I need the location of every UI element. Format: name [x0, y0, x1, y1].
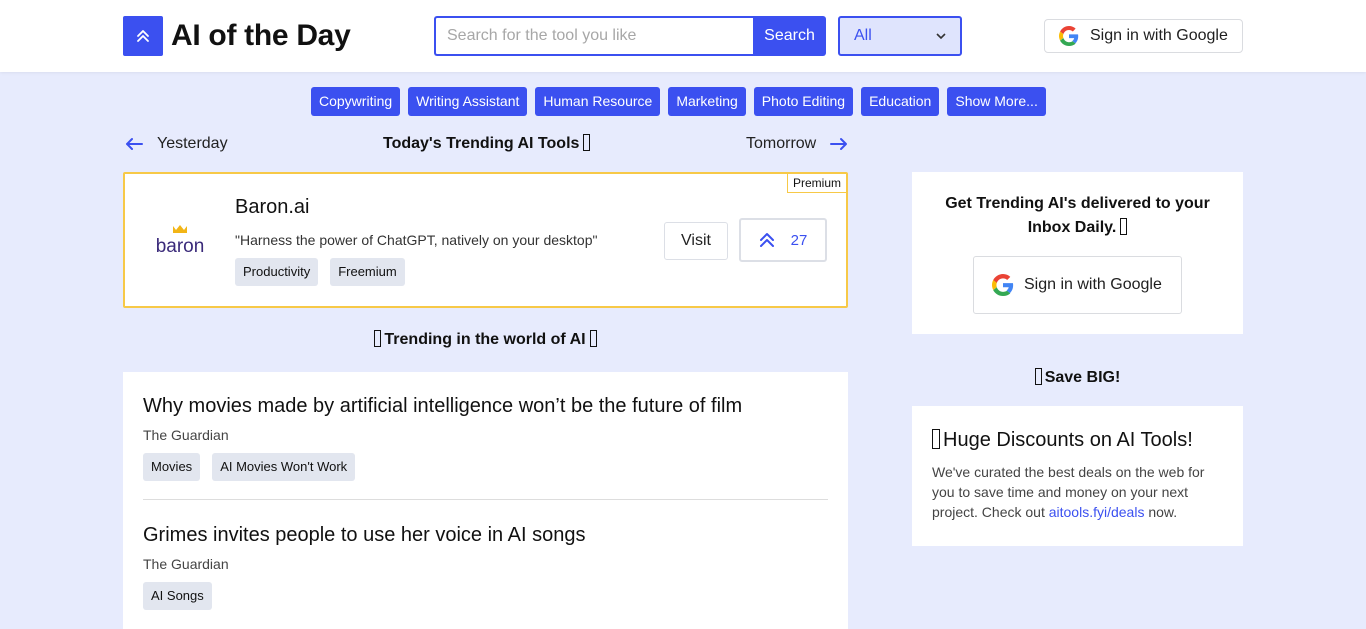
news-item: Grimes invites people to use her voice i…: [143, 499, 828, 610]
tool-name[interactable]: Baron.ai: [235, 196, 310, 219]
news-source: The Guardian: [143, 556, 229, 572]
emoji-placeholder-icon: [1034, 368, 1042, 385]
trending-world-title: Trending in the world of AI: [384, 331, 586, 348]
tool-description: "Harness the power of ChatGPT, natively …: [235, 232, 598, 248]
trending-world-heading: Trending in the world of AI: [123, 328, 848, 352]
baron-logo: baron: [156, 225, 205, 257]
deals-card: Huge Discounts on AI Tools! We've curate…: [912, 406, 1243, 546]
site-title[interactable]: AI of the Day: [171, 18, 351, 54]
trending-tools-title: Today's Trending AI Tools: [383, 135, 580, 152]
search-button[interactable]: Search: [753, 16, 826, 56]
google-icon: [992, 274, 1014, 296]
newsletter-card: Get Trending AI's delivered to your Inbo…: [912, 172, 1243, 334]
tag[interactable]: AI Songs: [143, 582, 212, 610]
deals-link[interactable]: aitools.fyi/deals: [1049, 504, 1145, 520]
tag[interactable]: Productivity: [235, 258, 319, 286]
double-chevron-up-icon: [137, 30, 149, 42]
tag[interactable]: AI Movies Won't Work: [212, 453, 356, 481]
newsletter-heading: Get Trending AI's delivered to your Inbo…: [912, 172, 1243, 240]
news-title[interactable]: Why movies made by artificial intelligen…: [143, 392, 828, 420]
newsletter-heading-text: Get Trending AI's delivered to your Inbo…: [945, 195, 1210, 236]
yesterday-label: Yesterday: [157, 135, 228, 152]
category-chips: Copywriting Writing Assistant Human Reso…: [311, 87, 1046, 116]
category-chip[interactable]: Copywriting: [311, 87, 401, 116]
trending-tools-heading: Today's Trending AI Tools: [383, 132, 591, 156]
save-big-heading: Save BIG!: [912, 366, 1243, 390]
double-chevron-up-icon: [759, 233, 774, 247]
deals-title-text: Huge Discounts on AI Tools!: [943, 429, 1193, 451]
news-list: Why movies made by artificial intelligen…: [123, 372, 848, 629]
tag[interactable]: Movies: [143, 453, 201, 481]
google-sign-in-button[interactable]: Sign in with Google: [973, 256, 1182, 314]
news-item: Why movies made by artificial intelligen…: [143, 372, 828, 481]
news-tags: Movies AI Movies Won't Work: [143, 453, 828, 481]
category-chip[interactable]: Writing Assistant: [408, 87, 528, 116]
category-chip[interactable]: Human Resource: [535, 87, 661, 116]
news-title[interactable]: Grimes invites people to use her voice i…: [143, 521, 828, 549]
baron-logo-text: baron: [156, 236, 205, 257]
tomorrow-label: Tomorrow: [746, 135, 817, 152]
arrow-right-icon: [830, 138, 848, 150]
google-sign-in-button[interactable]: Sign in with Google: [1044, 19, 1243, 53]
deals-text: We've curated the best deals on the web …: [932, 462, 1223, 522]
category-select[interactable]: All: [838, 16, 962, 56]
arrow-left-icon: [126, 138, 143, 150]
category-chip[interactable]: Marketing: [668, 87, 746, 116]
emoji-placeholder-icon: [374, 330, 382, 347]
deals-text-2: now.: [1144, 504, 1178, 520]
emoji-placeholder-icon: [583, 134, 591, 151]
emoji-placeholder-icon: [589, 330, 597, 347]
emoji-placeholder-icon: [932, 429, 940, 449]
premium-badge: Premium: [786, 173, 847, 193]
header: AI of the Day Search All Sign in with Go…: [0, 0, 1366, 72]
google-icon: [1059, 26, 1079, 46]
tomorrow-link[interactable]: Tomorrow: [746, 132, 848, 156]
category-select-value: All: [854, 27, 872, 44]
chevron-down-icon: [936, 33, 946, 40]
featured-tool-card[interactable]: Premium baron Baron.ai "Harness the powe…: [123, 172, 848, 308]
google-sign-in-label: Sign in with Google: [1024, 276, 1162, 293]
upvote-count: 27: [790, 231, 808, 249]
show-more-chip[interactable]: Show More...: [947, 87, 1046, 116]
news-tags: AI Songs: [143, 582, 828, 610]
save-big-text: Save BIG!: [1044, 369, 1121, 386]
tag[interactable]: Freemium: [330, 258, 405, 286]
category-chip[interactable]: Photo Editing: [753, 87, 854, 116]
logo-box[interactable]: [123, 16, 163, 56]
emoji-placeholder-icon: [1120, 218, 1128, 235]
upvote-button[interactable]: 27: [739, 218, 827, 262]
search-input[interactable]: [434, 16, 753, 56]
yesterday-link[interactable]: Yesterday: [125, 132, 228, 156]
google-sign-in-label: Sign in with Google: [1090, 27, 1228, 44]
tool-tags: Productivity Freemium: [235, 258, 405, 286]
category-chip[interactable]: Education: [861, 87, 940, 116]
visit-button[interactable]: Visit: [664, 222, 728, 260]
search-bar: Search: [434, 16, 826, 56]
news-source: The Guardian: [143, 427, 229, 443]
deals-title: Huge Discounts on AI Tools!: [932, 426, 1223, 454]
